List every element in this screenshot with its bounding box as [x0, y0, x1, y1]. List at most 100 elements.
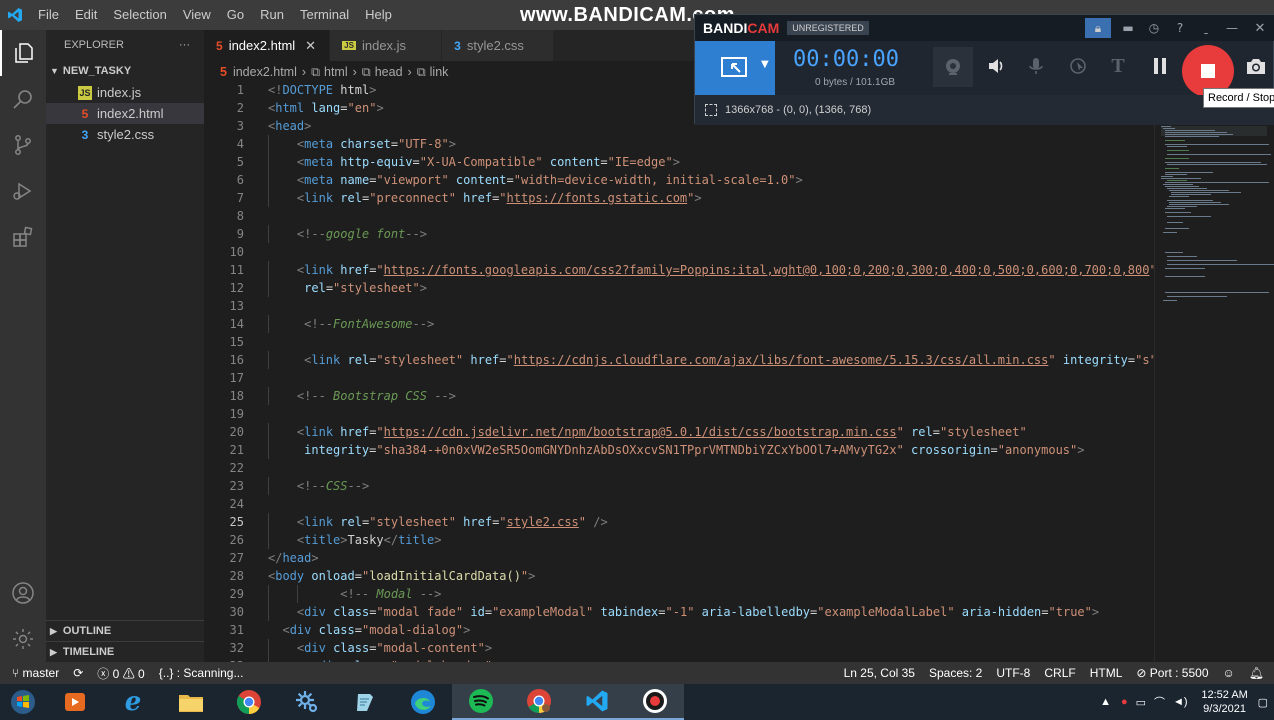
problems-indicator[interactable]: ⓧ 0 ⚠ 0 — [90, 665, 151, 682]
account-icon[interactable] — [0, 570, 46, 616]
settings-gear-icon[interactable] — [278, 684, 336, 720]
bandicam-tray-icon[interactable]: ● — [1121, 696, 1128, 708]
volume-icon[interactable]: ◄) — [1173, 696, 1188, 708]
breadcrumb-link[interactable]: link — [430, 65, 449, 79]
tray-overflow-icon[interactable]: ▲ — [1100, 696, 1111, 708]
webcam-icon[interactable] — [933, 47, 973, 87]
mouse-cursor-icon[interactable] — [1065, 53, 1091, 79]
microphone-icon[interactable] — [1023, 53, 1049, 79]
code-line[interactable]: 21 integrity="sha384-+0n0xVW2eSR5OomGNYD… — [204, 441, 1154, 459]
camera-snapshot-icon[interactable] — [1243, 53, 1269, 79]
unregistered-badge[interactable]: UNREGISTERED — [787, 21, 869, 35]
code-line[interactable]: 22 — [204, 459, 1154, 477]
edge-icon[interactable] — [394, 684, 452, 720]
menu-terminal[interactable]: Terminal — [292, 0, 357, 30]
breadcrumb-html[interactable]: html — [324, 65, 348, 79]
code-line[interactable]: 14 <!--FontAwesome--> — [204, 315, 1154, 333]
outline-section[interactable]: ▶ OUTLINE — [46, 620, 204, 641]
spotify-icon[interactable] — [452, 684, 510, 720]
menu-run[interactable]: Run — [252, 0, 292, 30]
language-mode[interactable]: HTML — [1083, 666, 1130, 680]
code-line[interactable]: 12 rel="stylesheet"> — [204, 279, 1154, 297]
code-line[interactable]: 15 — [204, 333, 1154, 351]
code-line[interactable]: 28 <body onload="loadInitialCardData()"> — [204, 567, 1154, 585]
code-line[interactable]: 10 — [204, 243, 1154, 261]
breadcrumb-file[interactable]: index2.html — [233, 65, 297, 79]
folder-icon[interactable]: ▬ — [1115, 21, 1141, 35]
vscode-icon[interactable] — [568, 684, 626, 720]
clock-icon[interactable]: ◷ — [1141, 21, 1167, 35]
file-index-js[interactable]: JS index.js — [46, 82, 204, 103]
bandicam-icon[interactable] — [626, 684, 684, 720]
settings-gear-icon[interactable] — [0, 616, 46, 662]
tab-style2-css[interactable]: 3 style2.css — [442, 30, 555, 61]
source-control-icon[interactable] — [0, 122, 46, 168]
minimap[interactable] — [1154, 82, 1274, 662]
pause-icon[interactable] — [1147, 53, 1173, 79]
code-line[interactable]: 20 <link href="https://cdn.jsdelivr.net/… — [204, 423, 1154, 441]
explorer-icon[interactable] — [0, 30, 46, 76]
notifications-bell-icon[interactable]: 🔔︎ — [1242, 666, 1274, 680]
menu-go[interactable]: Go — [219, 0, 252, 30]
code-line[interactable]: 32 <div class="modal-content"> — [204, 639, 1154, 657]
network-icon[interactable]: ⌒ — [1154, 694, 1165, 710]
code-line[interactable]: 18 <!-- Bootstrap CSS --> — [204, 387, 1154, 405]
breadcrumb-head[interactable]: head — [375, 65, 403, 79]
file-index2-html[interactable]: 5 index2.html — [46, 103, 204, 124]
code-line[interactable]: 4 <meta charset="UTF-8"> — [204, 135, 1154, 153]
code-line[interactable]: 13 — [204, 297, 1154, 315]
mode-dropdown-icon[interactable]: ▼ — [761, 59, 769, 70]
code-line[interactable]: 31 <div class="modal-dialog"> — [204, 621, 1154, 639]
code-line[interactable]: 29 <!-- Modal --> — [204, 585, 1154, 603]
code-line[interactable]: 11 <link href="https://fonts.googleapis.… — [204, 261, 1154, 279]
close-tab-icon[interactable]: ✕ — [305, 38, 319, 54]
folder-new-tasky[interactable]: ▼ NEW_TASKY — [46, 60, 204, 82]
code-line[interactable]: 5 <meta http-equiv="X-UA-Compatible" con… — [204, 153, 1154, 171]
line-ending[interactable]: CRLF — [1037, 666, 1082, 680]
branch-indicator[interactable]: ⑂ master — [0, 666, 66, 680]
text-overlay-icon[interactable]: T — [1105, 53, 1131, 79]
cursor-position[interactable]: Ln 25, Col 35 — [837, 666, 922, 680]
code-line[interactable]: 6 <meta name="viewport" content="width=d… — [204, 171, 1154, 189]
tab-index2-html[interactable]: 5 index2.html ✕ — [204, 30, 331, 61]
extensions-icon[interactable] — [0, 214, 46, 260]
capture-area-icon[interactable] — [705, 104, 717, 116]
live-server-port[interactable]: ⊘ Port : 5500 — [1129, 666, 1215, 680]
media-player-icon[interactable] — [46, 684, 104, 720]
code-editor[interactable]: 1 <!DOCTYPE html> 2 <html lang="en"> 3 <head>… — [204, 82, 1154, 662]
file-explorer-icon[interactable] — [162, 684, 220, 720]
encoding[interactable]: UTF-8 — [989, 666, 1037, 680]
chrome-icon[interactable] — [220, 684, 278, 720]
code-line[interactable]: 8 — [204, 207, 1154, 225]
code-line[interactable]: 26 <title>Tasky</title> — [204, 531, 1154, 549]
menu-view[interactable]: View — [175, 0, 219, 30]
menu-selection[interactable]: Selection — [105, 0, 174, 30]
search-icon[interactable] — [0, 76, 46, 122]
code-line[interactable]: 7 <link rel="preconnect" href="https://f… — [204, 189, 1154, 207]
menu-file[interactable]: File — [30, 0, 67, 30]
more-actions-icon[interactable]: ··· — [179, 39, 190, 51]
close-icon[interactable]: ✕ — [1245, 21, 1274, 36]
minimize-tray-icon[interactable]: ˍ — [1193, 21, 1219, 35]
code-line[interactable]: 30 <div class="modal fade" id="exampleMo… — [204, 603, 1154, 621]
minimize-icon[interactable]: — — [1219, 21, 1245, 35]
notepad-icon[interactable] — [336, 684, 394, 720]
code-line[interactable]: 27 </head> — [204, 549, 1154, 567]
tab-index-js[interactable]: JS index.js — [330, 30, 443, 61]
notifications-icon[interactable]: ▢ — [1258, 696, 1268, 709]
code-line[interactable]: 25 <link rel="stylesheet" href="style2.c… — [204, 513, 1154, 531]
internet-explorer-icon[interactable]: e — [104, 684, 162, 720]
code-line[interactable]: 23 <!--CSS--> — [204, 477, 1154, 495]
menu-edit[interactable]: Edit — [67, 0, 105, 30]
help-icon[interactable]: ? — [1167, 21, 1193, 35]
sync-icon[interactable]: ⟳ — [66, 666, 90, 680]
code-line[interactable]: 19 — [204, 405, 1154, 423]
run-debug-icon[interactable] — [0, 168, 46, 214]
start-icon[interactable] — [0, 684, 46, 720]
code-line[interactable]: 16 <link rel="stylesheet" href="https://… — [204, 351, 1154, 369]
speaker-icon[interactable] — [983, 53, 1009, 79]
chrome-profile-icon[interactable] — [510, 684, 568, 720]
clock[interactable]: 12:52 AM 9/3/2021 — [1196, 688, 1254, 716]
code-line[interactable]: 9 <!--google font--> — [204, 225, 1154, 243]
timeline-section[interactable]: ▶ TIMELINE — [46, 641, 204, 662]
